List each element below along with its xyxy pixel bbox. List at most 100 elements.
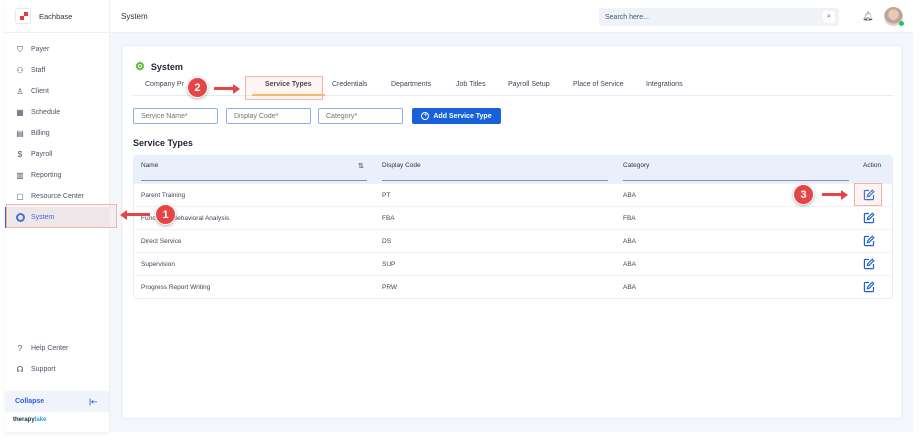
tab-integrations[interactable]: Integrations [646,81,683,88]
search-input[interactable]: Search here... ⌕ [599,8,839,26]
collapse-label: Collapse [15,398,45,405]
brand: Eachbase [5,0,109,33]
cell-display-code: PRW [382,284,398,291]
bell-icon[interactable]: 🔔︎ [862,11,873,22]
sidebar-item-label: Client [31,88,49,95]
add-button-label: Add Service Type [433,112,492,120]
logo-text-b: lake [34,417,47,423]
cell-name: Progress Report Writing [141,284,211,291]
support-link[interactable]: ☊ Support [5,359,109,380]
column-header-name[interactable]: Name [141,162,158,169]
edit-icon[interactable] [863,212,875,224]
header-title: System [121,11,148,21]
help-center-label: Help Center [31,345,69,352]
top-bar: System Search here... ⌕ 🔔︎ [110,0,913,33]
edit-icon[interactable] [863,235,875,247]
gear-icon: ⚙ [135,61,145,73]
report-icon: ▥ [16,171,24,180]
sidebar-item-label: Reporting [31,172,62,179]
sidebar-item-billing[interactable]: ▤ Billing [5,123,109,144]
add-service-type-button[interactable]: + Add Service Type [412,108,501,124]
system-card: ⚙ System Company Pr Service Types Credent… [121,45,903,419]
cell-display-code: PT [382,192,391,199]
headset-icon: ☊ [16,365,24,374]
column-header-action: Action [863,162,882,169]
payroll-icon: $ [17,150,23,159]
therapylake-logo: therapylake [13,417,46,423]
sidebar-item-label: Staff [31,67,46,74]
table-row: Direct Service DS ABA [134,229,892,252]
step-badge-1: 1 [155,204,176,225]
sidebar-item-payroll[interactable]: $ Payroll [5,144,109,165]
sidebar-item-reporting[interactable]: ▥ Reporting [5,165,109,186]
user-icon: ♙ [16,87,24,96]
table-header: Name ⇅ Display Code Category Action [134,156,892,183]
tab-payroll-setup[interactable]: Payroll Setup [508,81,550,88]
column-divider [623,180,849,181]
cell-category: FBA [623,215,636,222]
cell-category: ABA [623,192,637,199]
billing-icon: ▤ [16,129,24,138]
sidebar-item-staff[interactable]: ⚇ Staff [5,60,109,81]
column-divider [382,180,608,181]
cell-category: ABA [623,238,637,245]
column-divider [141,180,367,181]
plus-circle-icon: + [421,112,430,120]
search-placeholder: Search here... [605,13,649,21]
table-row: Parent Training PT ABA [134,183,892,206]
sidebar-item-label: Resource Center [31,193,84,200]
arrow-right-icon [822,189,848,200]
highlight-system [6,204,117,228]
cell-category: ABA [623,261,637,268]
logo-text-a: therapy [13,417,35,423]
tab-credentials[interactable]: Credentials [332,81,367,88]
display-code-input[interactable] [226,108,311,124]
collapse-button[interactable]: Collapse |⇠ [5,391,109,412]
table-row: Supervision SUP ABA [134,252,892,275]
sidebar-item-client[interactable]: ♙ Client [5,81,109,102]
service-name-input[interactable] [133,108,218,124]
users-icon: ⚇ [16,66,24,75]
arrow-right-icon [214,83,240,94]
table-row: Progress Report Writing PRW ABA [134,275,892,298]
cell-name: Direct Service [141,238,182,245]
search-icon[interactable]: ⌕ [823,11,835,23]
help-icon: ? [17,344,23,353]
sidebar-item-label: Schedule [31,109,61,116]
calendar-icon: ▦ [16,108,24,117]
cell-display-code: SUP [382,261,396,268]
column-header-display-code: Display Code [382,162,421,169]
service-types-table: Name ⇅ Display Code Category Action Pare… [133,155,893,299]
sidebar-item-schedule[interactable]: ▦ Schedule [5,102,109,123]
avatar[interactable] [884,7,904,26]
table-row: Functional Behavioral Analysis FBA FBA [134,206,892,229]
cell-category: ABA [623,284,637,291]
page-title: System [150,61,183,72]
online-status-icon [899,21,904,26]
collapse-icon: |⇠ [89,398,97,406]
help-center-link[interactable]: ? Help Center [5,338,109,359]
highlight-edit-button [854,183,882,206]
tab-job-titles[interactable]: Job Titles [456,81,486,88]
step-badge-2: 2 [187,77,208,98]
tab-departments[interactable]: Departments [391,81,431,88]
arrow-left-icon [120,209,150,220]
support-label: Support [31,366,56,373]
folder-icon: ▢ [16,192,24,201]
sort-icon[interactable]: ⇅ [358,162,364,170]
column-header-category: Category [623,162,650,169]
edit-icon[interactable] [863,258,875,270]
eachbase-logo-icon [15,8,31,24]
section-title: Service Types [133,138,193,148]
category-input[interactable] [318,108,403,124]
sidebar-item-payer[interactable]: ⛉ Payer [5,39,109,60]
cell-name: Parent Training [141,192,186,199]
tab-company-profile[interactable]: Company Pr [145,81,184,88]
cell-display-code: DS [382,238,392,245]
sidebar-item-label: Payer [31,46,50,53]
main-content: ⚙ System Company Pr Service Types Credent… [110,33,913,432]
tab-place-of-service[interactable]: Place of Service [573,81,624,88]
cell-name: Supervision [141,261,175,268]
step-badge-3: 3 [793,184,814,205]
edit-icon[interactable] [863,281,875,293]
